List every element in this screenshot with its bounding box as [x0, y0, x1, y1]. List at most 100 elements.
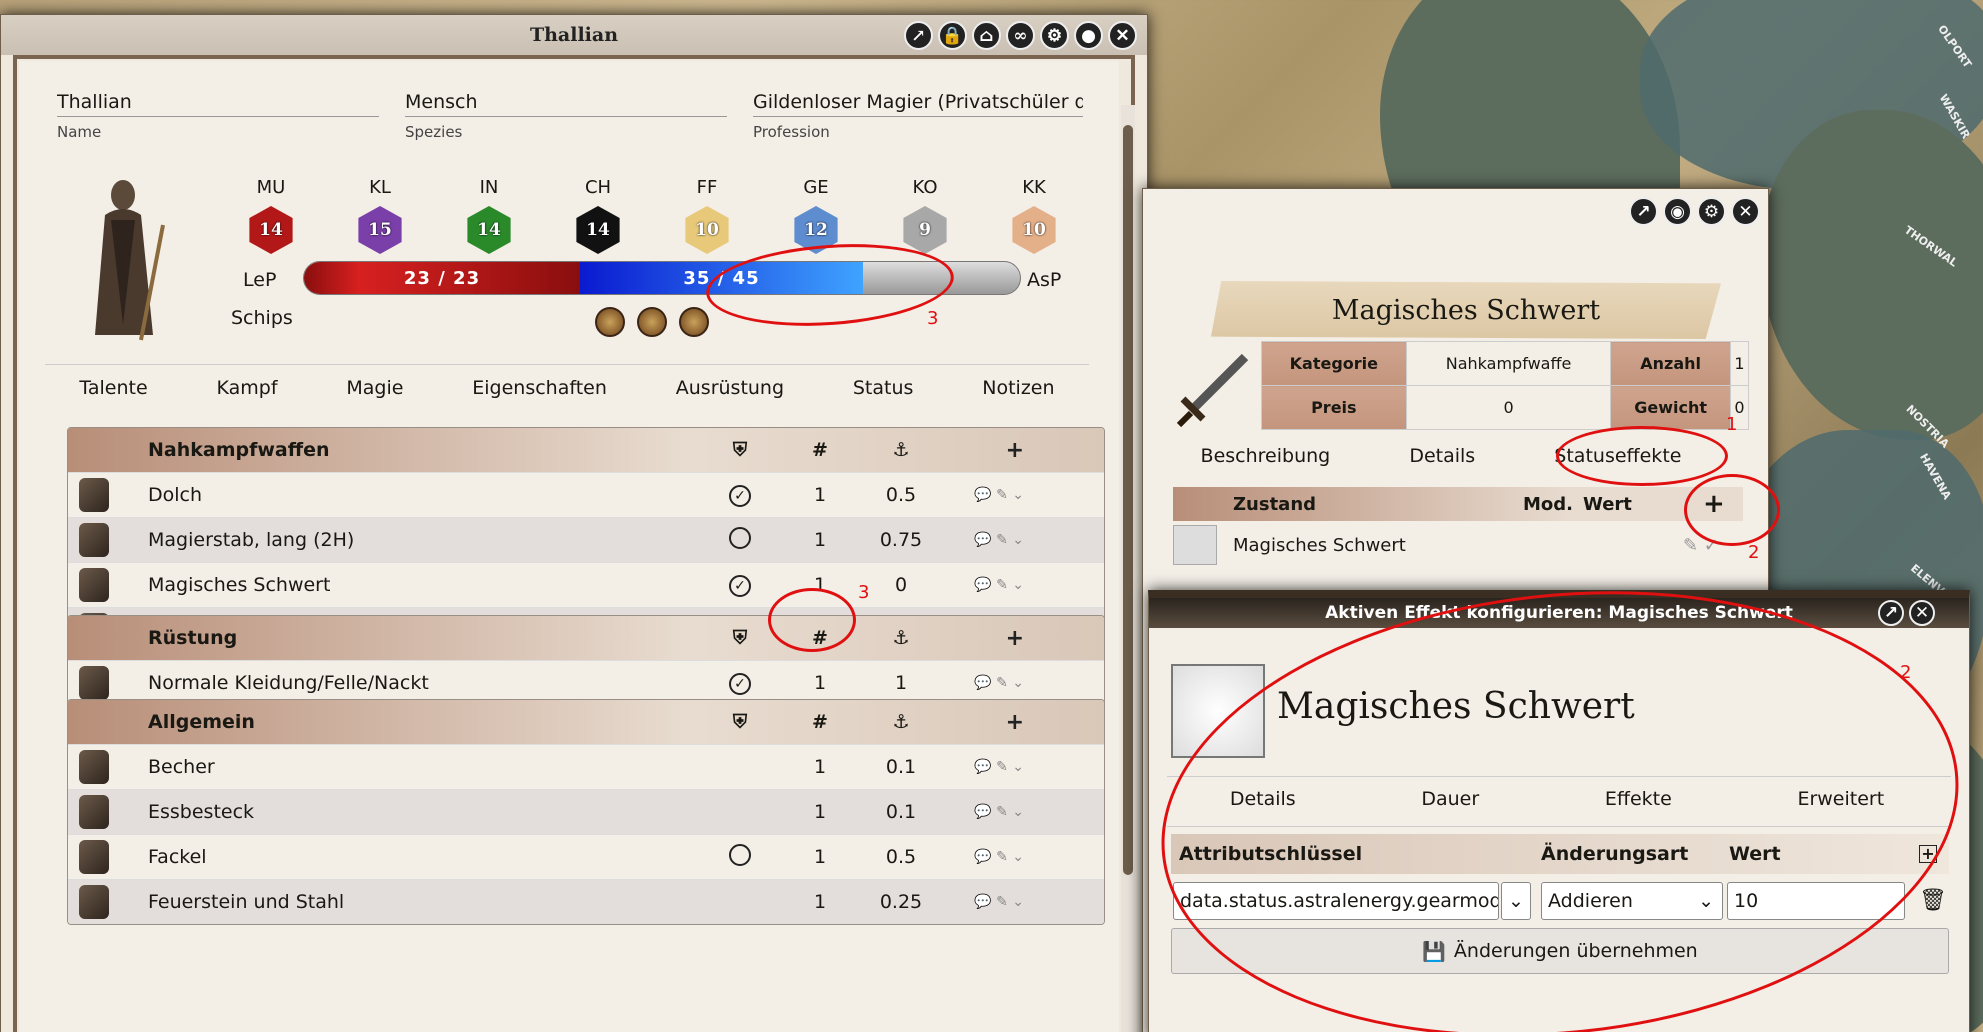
link-icon[interactable]: ∞ — [1006, 21, 1035, 50]
item-name[interactable]: Essbesteck — [120, 801, 700, 823]
item-name[interactable]: Dolch — [120, 484, 700, 506]
table-row[interactable]: Magierstab, lang (2H) 1 0.75 💬 ✎ ⌄ — [68, 517, 1104, 562]
effect-row[interactable]: Magisches Schwert ✎ ✓ — [1173, 523, 1743, 567]
item-actions[interactable]: 💬 ✎ ⌄ — [942, 487, 1042, 503]
tab-kampf[interactable]: Kampf — [217, 377, 278, 399]
schip-token[interactable] — [595, 307, 625, 337]
species-field[interactable]: Mensch Spezies — [405, 91, 727, 141]
item-actions[interactable]: 💬 ✎ ⌄ — [942, 577, 1042, 593]
preis-value[interactable]: 0 — [1405, 385, 1612, 430]
item-count[interactable]: 1 — [780, 801, 860, 823]
gear-icon[interactable]: ⚙ — [1697, 197, 1726, 226]
lock-icon[interactable]: 🔒 — [938, 21, 967, 50]
schip-token[interactable] — [679, 307, 709, 337]
item-name[interactable]: Magisches Schwert — [120, 574, 700, 596]
tab-status[interactable]: Status — [853, 377, 914, 399]
close-icon[interactable]: ✕ — [1909, 600, 1935, 626]
item-name[interactable]: Magierstab, lang (2H) — [120, 529, 700, 551]
item-actions[interactable]: 💬 ✎ ⌄ — [942, 849, 1042, 865]
item-count[interactable]: 1 — [780, 891, 860, 913]
library-icon[interactable]: ⌂ — [972, 21, 1001, 50]
attribute-in[interactable]: IN 14 — [459, 177, 519, 254]
tab-talente[interactable]: Talente — [79, 377, 147, 399]
anchor-icon: ⚓ — [892, 711, 910, 733]
item-actions[interactable]: 💬 ✎ ⌄ — [942, 804, 1042, 820]
equipped-toggle[interactable] — [729, 526, 751, 549]
schips-tokens[interactable] — [595, 307, 709, 337]
add-item-button[interactable]: + — [942, 626, 1042, 651]
item-name[interactable]: Feuerstein und Stahl — [120, 891, 700, 913]
popout-icon[interactable]: ↗ — [904, 21, 933, 50]
close-icon[interactable]: ✕ — [1731, 197, 1760, 226]
gear-icon[interactable]: ⚙ — [1040, 21, 1069, 50]
d20-icon[interactable]: 10 — [1012, 206, 1056, 254]
item-actions[interactable]: 💬 ✎ ⌄ — [942, 675, 1042, 691]
character-portrait[interactable] — [83, 175, 173, 345]
popout-icon[interactable]: ↗ — [1629, 197, 1658, 226]
attribute-ff[interactable]: FF 10 — [677, 177, 737, 254]
name-field[interactable]: Thallian Name — [57, 91, 379, 141]
d20-icon[interactable]: 14 — [467, 206, 511, 254]
schip-token[interactable] — [637, 307, 667, 337]
tab-details[interactable]: Details — [1409, 445, 1475, 467]
table-row[interactable]: Fackel 1 0.5 💬 ✎ ⌄ — [68, 834, 1104, 879]
close-icon[interactable]: ✕ — [1108, 21, 1137, 50]
item-count[interactable]: 1 — [780, 529, 860, 551]
equipped-toggle[interactable]: ✓ — [729, 485, 751, 507]
tab-ausrüstung[interactable]: Ausrüstung — [676, 377, 784, 399]
d20-icon[interactable]: 10 — [685, 206, 729, 254]
d20-icon[interactable]: 15 — [358, 206, 402, 254]
window-header[interactable]: Thallian ↗ 🔒 ⌂ ∞ ⚙ ● ✕ — [1, 15, 1147, 55]
item-icon — [79, 666, 109, 700]
attribute-ge[interactable]: GE 12 — [786, 177, 846, 254]
item-actions[interactable]: 💬 ✎ ⌄ — [942, 759, 1042, 775]
attribute-kk[interactable]: KK 10 — [1004, 177, 1064, 254]
d20-icon[interactable]: 14 — [576, 206, 620, 254]
sheet-scrollbar[interactable] — [1121, 105, 1135, 1032]
attribute-ko[interactable]: KO 9 — [895, 177, 955, 254]
d20-icon[interactable]: 14 — [249, 206, 293, 254]
add-item-button[interactable]: + — [942, 710, 1042, 735]
attribute-kl[interactable]: KL 15 — [350, 177, 410, 254]
shield-icon: ⛨ — [732, 711, 748, 733]
table-row[interactable]: Magisches Schwert ✓ 1 0 💬 ✎ ⌄ — [68, 562, 1104, 607]
character-profession[interactable]: Gildenloser Magier (Privatschüler de — [753, 91, 1083, 117]
table-row[interactable]: Feuerstein und Stahl 1 0.25 💬 ✎ ⌄ — [68, 879, 1104, 924]
attribute-ch[interactable]: CH 14 — [568, 177, 628, 254]
anzahl-value[interactable]: 1 — [1729, 341, 1750, 386]
user-icon[interactable]: ● — [1074, 21, 1103, 50]
tab-magie[interactable]: Magie — [346, 377, 403, 399]
item-name[interactable]: Fackel — [120, 846, 700, 868]
character-species[interactable]: Mensch — [405, 91, 727, 117]
tab-notizen[interactable]: Notizen — [982, 377, 1054, 399]
equipped-toggle[interactable]: ✓ — [729, 575, 751, 597]
equipped-toggle[interactable]: ✓ — [729, 673, 751, 695]
equipped-toggle[interactable] — [729, 843, 751, 866]
trash-icon[interactable]: 🗑 — [1919, 888, 1947, 913]
item-name[interactable]: Normale Kleidung/Felle/Nackt — [120, 672, 700, 694]
item-name[interactable]: Becher — [120, 756, 700, 778]
chat-icon[interactable]: ◉ — [1663, 197, 1692, 226]
item-title: Magisches Schwert — [1331, 294, 1601, 326]
lep-bar[interactable]: 23 / 23 — [304, 262, 580, 294]
character-name[interactable]: Thallian — [57, 91, 379, 117]
attribute-label: KO — [912, 177, 938, 198]
item-actions[interactable]: 💬 ✎ ⌄ — [942, 894, 1042, 910]
character-sheet-window[interactable]: Thallian ↗ 🔒 ⌂ ∞ ⚙ ● ✕ Thallian Name Men… — [0, 14, 1148, 1032]
d20-icon[interactable]: 9 — [903, 206, 947, 254]
attribute-mu[interactable]: MU 14 — [241, 177, 301, 254]
add-item-button[interactable]: + — [942, 438, 1042, 463]
item-count[interactable]: 1 — [780, 846, 860, 868]
tab-beschreibung[interactable]: Beschreibung — [1201, 445, 1331, 467]
kategorie-value[interactable]: Nahkampfwaffe — [1405, 341, 1612, 386]
tab-eigenschaften[interactable]: Eigenschaften — [472, 377, 607, 399]
table-row[interactable]: Essbesteck 1 0.1 💬 ✎ ⌄ — [68, 789, 1104, 834]
item-count[interactable]: 1 — [780, 756, 860, 778]
profession-field[interactable]: Gildenloser Magier (Privatschüler de Pro… — [753, 91, 1083, 141]
table-row[interactable]: Dolch ✓ 1 0.5 💬 ✎ ⌄ — [68, 472, 1104, 517]
item-count[interactable]: 1 — [780, 672, 860, 694]
table-row[interactable]: Becher 1 0.1 💬 ✎ ⌄ — [68, 744, 1104, 789]
item-count[interactable]: 1 — [780, 484, 860, 506]
item-actions[interactable]: 💬 ✎ ⌄ — [942, 532, 1042, 548]
popout-icon[interactable]: ↗ — [1878, 600, 1904, 626]
